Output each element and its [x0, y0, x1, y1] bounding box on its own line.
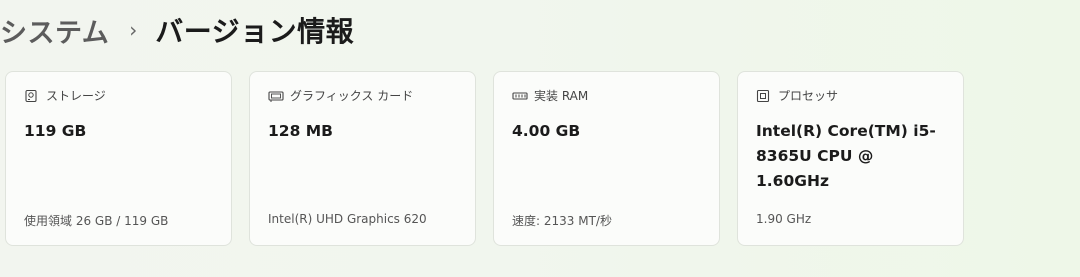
- storage-label: ストレージ: [46, 89, 106, 103]
- storage-icon: [24, 89, 38, 103]
- breadcrumb-parent-system[interactable]: システム: [0, 11, 109, 50]
- graphics-card-icon: [268, 89, 284, 103]
- ram-icon: [512, 89, 528, 103]
- graphics-card-label: グラフィックス カード: [290, 89, 414, 103]
- ram-value: 4.00 GB: [512, 122, 581, 140]
- storage-detail: 使用領域 26 GB / 119 GB: [24, 214, 169, 228]
- processor-icon: [756, 89, 770, 103]
- chevron-right-icon: ›: [129, 18, 138, 42]
- processor-label: プロセッサ: [778, 89, 839, 103]
- storage-value: 119 GB: [24, 122, 87, 140]
- graphics-card-value: 128 MB: [268, 122, 333, 140]
- storage-card: ストレージ 119 GB 使用領域 26 GB / 119 GB: [5, 71, 232, 246]
- graphics-card-detail: Intel(R) UHD Graphics 620: [268, 212, 427, 226]
- ram-label: 実装 RAM: [534, 89, 589, 103]
- ram-detail: 速度: 2133 MT/秒: [512, 214, 612, 228]
- graphics-card-card: グラフィックス カード 128 MB Intel(R) UHD Graphics…: [249, 71, 476, 246]
- processor-detail: 1.90 GHz: [756, 212, 812, 226]
- processor-value: Intel(R) Core(TM) i5-8365U CPU @ 1.60GHz: [756, 122, 936, 190]
- breadcrumb: システム › バージョン情報: [0, 8, 354, 52]
- ram-card: 実装 RAM 4.00 GB 速度: 2133 MT/秒: [493, 71, 720, 246]
- page-title: バージョン情報: [155, 15, 355, 48]
- processor-card: プロセッサ Intel(R) Core(TM) i5-8365U CPU @ 1…: [737, 71, 964, 246]
